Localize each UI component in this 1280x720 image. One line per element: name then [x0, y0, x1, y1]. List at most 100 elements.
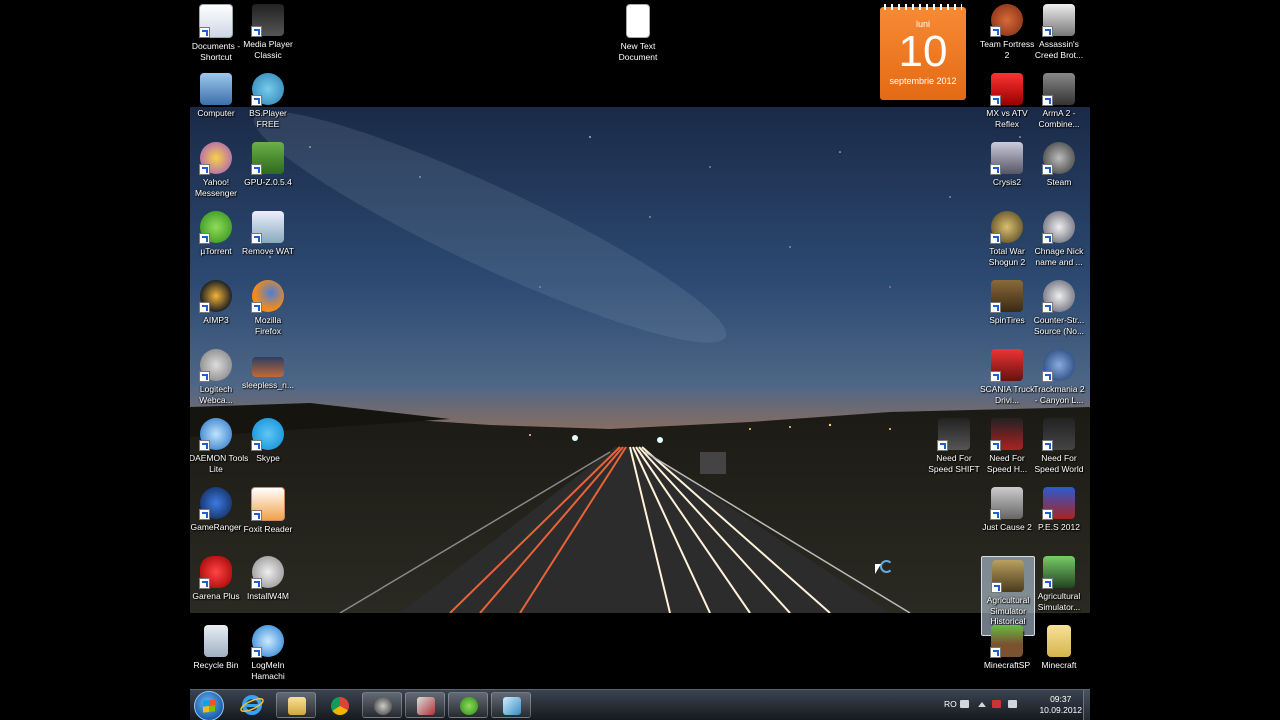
icon-label: Recycle Bin [193, 660, 239, 670]
bsplayer-icon[interactable]: BS.Player FREE [241, 73, 295, 129]
nfs-hot-pursuit-icon[interactable]: Need For Speed H... [980, 418, 1034, 474]
film-clapper-icon [251, 4, 284, 37]
just-cause-2-icon[interactable]: Just Cause 2 [980, 487, 1034, 533]
windows-logo-icon [203, 699, 215, 713]
scania-truck-driving-icon[interactable]: SCANIA Truck Drivi... [980, 349, 1034, 405]
desktop-screen: Documents - Shortcut Media Player Classic … [190, 0, 1090, 720]
minecraftsp-icon[interactable]: MinecraftSP [980, 625, 1034, 671]
bsplayer-logo-icon [251, 73, 284, 106]
firefox-logo-icon [251, 280, 284, 313]
wallpaper-night-highway [190, 107, 1090, 613]
foxit-reader-icon[interactable]: Foxit Reader [241, 487, 295, 535]
nfs-logo-icon [1042, 418, 1075, 451]
steam-icon[interactable]: Steam [1032, 142, 1086, 188]
steam-taskbar-button[interactable] [362, 692, 402, 718]
nfs-logo-icon [990, 418, 1023, 451]
logitech-webcam-icon[interactable]: Logitech Webca... [190, 349, 243, 405]
internet-explorer-taskbar-icon[interactable] [240, 694, 264, 716]
calendar-gadget[interactable]: luni 10 septembrie 2012 [880, 4, 966, 100]
mx-logo-icon [990, 73, 1023, 106]
icon-label: sleepless_n... [242, 380, 294, 390]
calendar-rings [884, 4, 962, 10]
remove-wat-icon[interactable]: Remove WAT [241, 211, 295, 257]
aimp-icon[interactable]: AIMP3 [190, 280, 243, 326]
chrome-taskbar-button[interactable] [319, 692, 359, 718]
logmein-hamachi-icon[interactable]: LogMeIn Hamachi [241, 625, 295, 681]
icon-label: LogMeIn Hamachi [251, 660, 285, 681]
pes-2012-icon[interactable]: P.E.S 2012 [1032, 487, 1086, 533]
counter-strike-source-icon[interactable]: Counter-Str... Source (No... [1032, 280, 1086, 336]
computer-icon[interactable]: Computer [190, 73, 243, 119]
chrome-logo-icon [331, 697, 349, 715]
text-file-icon [626, 4, 650, 38]
show-desktop-button[interactable] [1083, 690, 1090, 720]
language-indicator[interactable]: RO [944, 699, 957, 709]
change-nickname-icon[interactable]: Chnage Nick name and ... [1032, 211, 1086, 267]
garena-logo-icon [199, 556, 232, 589]
aimp-triangle-icon [199, 280, 232, 313]
yahoo-messenger-icon[interactable]: Yahoo! Messenger [190, 142, 243, 198]
start-button[interactable] [194, 691, 224, 720]
icon-label: Counter-Str... Source (No... [1033, 315, 1085, 336]
show-hidden-icons-icon[interactable] [978, 702, 986, 707]
sleepless-image-icon[interactable]: sleepless_n... [241, 349, 295, 391]
minecraft-folder-icon[interactable]: Minecraft [1032, 625, 1086, 671]
network-icon[interactable] [1008, 700, 1017, 708]
garena-plus-icon[interactable]: Garena Plus [190, 556, 243, 602]
skype-icon[interactable]: Skype [241, 418, 295, 464]
utorrent-logo-icon [199, 211, 232, 244]
icon-label: Media Player Classic [243, 39, 293, 60]
icon-label: AIMP3 [203, 315, 229, 325]
gpuz-icon[interactable]: GPU-Z.0.5.4 [241, 142, 295, 188]
crysis-2-icon[interactable]: Crysis2 [980, 142, 1034, 188]
truck-icon [990, 349, 1023, 382]
recycle-bin-icon[interactable]: Recycle Bin [190, 625, 243, 671]
farm-icon [1042, 556, 1075, 589]
icon-label: Computer [197, 108, 235, 118]
daemon-tools-icon[interactable]: DAEMON Tools Lite [190, 418, 249, 474]
window-app-icon [251, 211, 284, 244]
installw4m-icon[interactable]: InstallW4M [241, 556, 295, 602]
nfs-shift-icon[interactable]: Need For Speed SHIFT [927, 418, 981, 474]
media-tool-taskbar-button[interactable] [405, 692, 445, 718]
window-app-taskbar-button[interactable] [491, 692, 531, 718]
action-center-flag-icon[interactable] [992, 700, 1001, 708]
new-text-document-icon[interactable]: New Text Document [611, 4, 665, 62]
window-icon [503, 697, 521, 715]
icon-label: Foxit Reader [243, 524, 293, 534]
icon-label: Documents - Shortcut [191, 41, 241, 62]
firefox-icon[interactable]: Mozilla Firefox [241, 280, 295, 336]
monitor-icon [200, 73, 232, 105]
total-war-shogun-2-icon[interactable]: Total War Shogun 2 [980, 211, 1034, 267]
keyboard-icon[interactable] [960, 700, 969, 708]
mud-truck-icon [990, 280, 1023, 313]
icon-label: Need For Speed World [1034, 453, 1084, 474]
icon-label: New Text Document [618, 41, 658, 62]
team-fortress-2-icon[interactable]: Team Fortress 2 [980, 4, 1034, 60]
gameranger-logo-icon [199, 487, 232, 520]
icon-label: MX vs ATV Reflex [986, 108, 1028, 129]
utorrent-icon[interactable]: µTorrent [190, 211, 243, 257]
clock-date: 10.09.2012 [1039, 705, 1082, 715]
taskbar-clock[interactable]: 09:37 10.09.2012 [1039, 694, 1082, 716]
mx-vs-atv-icon[interactable]: MX vs ATV Reflex [980, 73, 1034, 129]
nfs-world-icon[interactable]: Need For Speed World [1032, 418, 1086, 474]
trackmania-2-icon[interactable]: Trackmania 2- Canyon L... [1032, 349, 1086, 405]
icon-label: Logitech Webca... [199, 384, 233, 405]
agricultural-simulator-historical-icon[interactable]: Agricultural Simulator Historical Farmin… [981, 556, 1035, 647]
utorrent-logo-icon [460, 697, 478, 715]
utorrent-taskbar-button[interactable] [448, 692, 488, 718]
gameranger-icon[interactable]: GameRanger [190, 487, 243, 533]
icon-label: DAEMON Tools Lite [190, 453, 249, 474]
assassins-creed-icon[interactable]: Assassin's Creed Brot... [1032, 4, 1086, 60]
media-player-classic-icon[interactable]: Media Player Classic [241, 4, 295, 60]
windows-explorer-taskbar-button[interactable] [276, 692, 316, 718]
webcam-icon [199, 349, 232, 382]
icon-label: Team Fortress 2 [980, 39, 1035, 60]
arma-2-icon[interactable]: ArmA 2 - Combine... [1032, 73, 1086, 129]
documents-shortcut-icon[interactable]: Documents - Shortcut [190, 4, 243, 62]
spintires-icon[interactable]: SpinTires [980, 280, 1034, 326]
agricultural-simulator-icon[interactable]: Agricultural Simulator... [1032, 556, 1086, 612]
crysis-logo-icon [990, 142, 1023, 175]
tractor-icon [991, 560, 1024, 593]
